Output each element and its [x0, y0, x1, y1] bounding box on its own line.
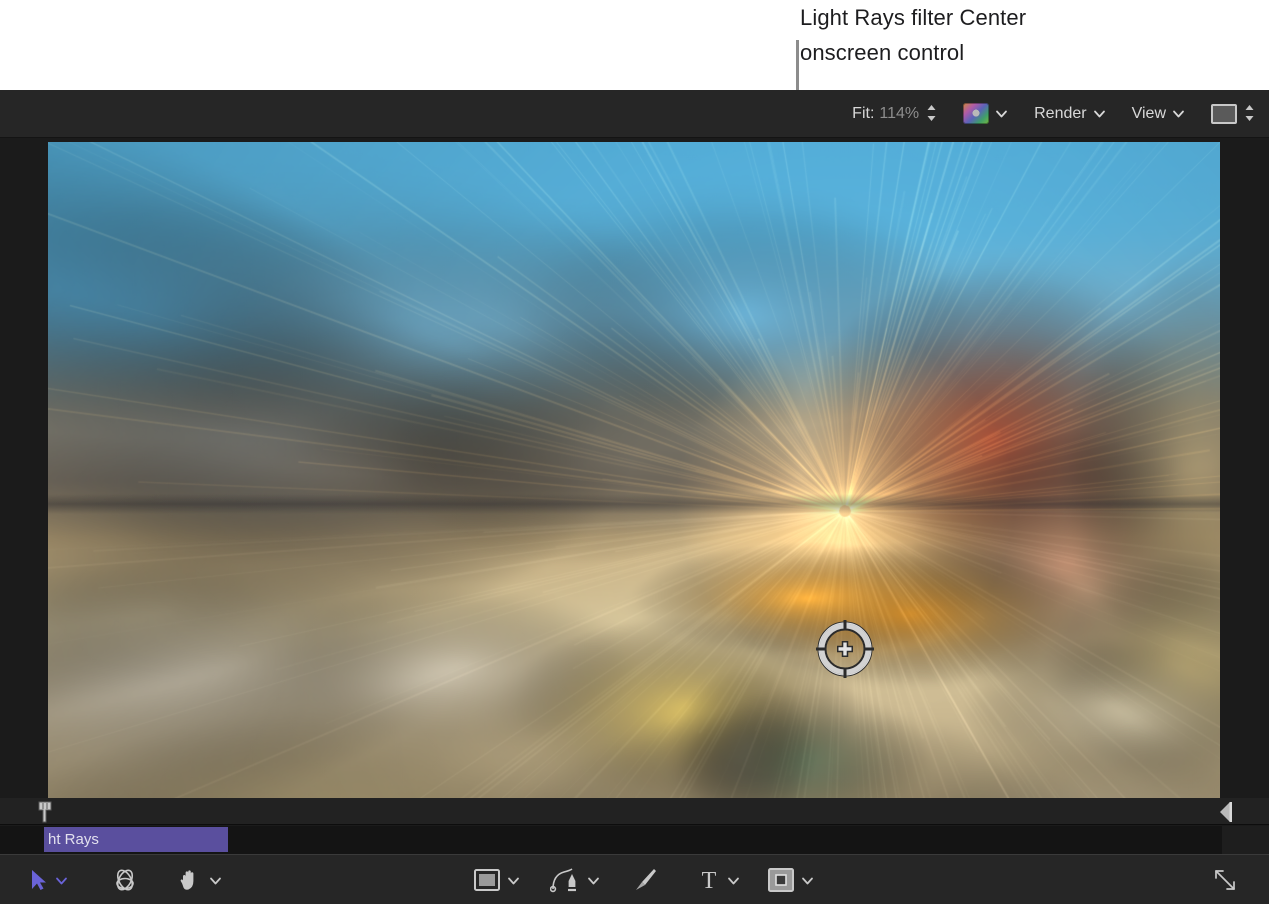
transform-tool[interactable]: [112, 855, 138, 904]
stepper-icon[interactable]: [1244, 104, 1255, 123]
view-menu[interactable]: View: [1132, 90, 1185, 138]
render-menu[interactable]: Render: [1034, 90, 1105, 138]
clip-label: ht Rays: [44, 831, 99, 848]
rectangle-icon[interactable]: [474, 869, 500, 891]
paint-tool[interactable]: [632, 855, 658, 904]
pan-tool[interactable]: [178, 855, 222, 904]
fit-value: 114%: [879, 105, 919, 123]
view-label: View: [1132, 105, 1166, 123]
chevron-down-icon[interactable]: [55, 874, 68, 887]
monochrome-swatch-icon[interactable]: [1211, 104, 1237, 124]
chevron-down-icon[interactable]: [801, 874, 814, 887]
track-right-region: [1222, 826, 1269, 854]
diagonal-resize-icon[interactable]: [1212, 867, 1238, 893]
timeline-ruler[interactable]: [0, 798, 1269, 825]
chevron-down-icon[interactable]: [587, 874, 600, 887]
orbit-3d-icon[interactable]: [112, 867, 138, 893]
paintbrush-icon[interactable]: [632, 867, 658, 893]
pen-curve-icon[interactable]: [550, 867, 580, 893]
stepper-icon[interactable]: [926, 104, 937, 123]
light-rays-center-control[interactable]: [815, 619, 875, 679]
app-root: Light Rays filter Center onscreen contro…: [0, 0, 1269, 904]
timeline[interactable]: ht Rays: [0, 798, 1269, 854]
shape-tool[interactable]: [474, 855, 520, 904]
end-marker-icon[interactable]: [1217, 801, 1233, 823]
chevron-down-icon[interactable]: [507, 874, 520, 887]
color-channel-control[interactable]: [963, 90, 1008, 138]
viewer-stage: [0, 138, 1269, 798]
render-label: Render: [1034, 105, 1086, 123]
text-t-icon: T: [698, 868, 720, 892]
viewer-toolbar: Fit: 114% Render: [0, 90, 1269, 138]
mask-rectangle-icon[interactable]: [768, 868, 794, 892]
hand-icon[interactable]: [178, 868, 202, 892]
svg-text:T: T: [702, 868, 717, 892]
select-tool[interactable]: [30, 855, 68, 904]
resize-handle[interactable]: [1212, 855, 1238, 904]
chevron-down-icon[interactable]: [995, 107, 1008, 120]
chevron-down-icon[interactable]: [1093, 107, 1106, 120]
display-control[interactable]: [1211, 90, 1255, 138]
motion-app-window: Fit: 114% Render: [0, 90, 1269, 904]
bottom-toolbar: T: [0, 854, 1269, 904]
viewer-canvas[interactable]: [48, 142, 1220, 798]
timeline-clip[interactable]: ht Rays: [44, 827, 228, 852]
chevron-down-icon[interactable]: [209, 874, 222, 887]
bezier-tool[interactable]: [550, 855, 600, 904]
mask-tool[interactable]: [768, 855, 814, 904]
fit-control[interactable]: Fit: 114%: [852, 90, 937, 138]
color-gradient-icon[interactable]: [963, 103, 989, 124]
arrow-pointer-icon[interactable]: [30, 869, 48, 891]
playhead-marker-icon[interactable]: [36, 801, 54, 823]
chevron-down-icon[interactable]: [1172, 107, 1185, 120]
fit-label: Fit:: [852, 105, 874, 123]
timeline-track[interactable]: ht Rays: [0, 826, 1269, 854]
text-tool[interactable]: T: [698, 855, 740, 904]
chevron-down-icon[interactable]: [727, 874, 740, 887]
